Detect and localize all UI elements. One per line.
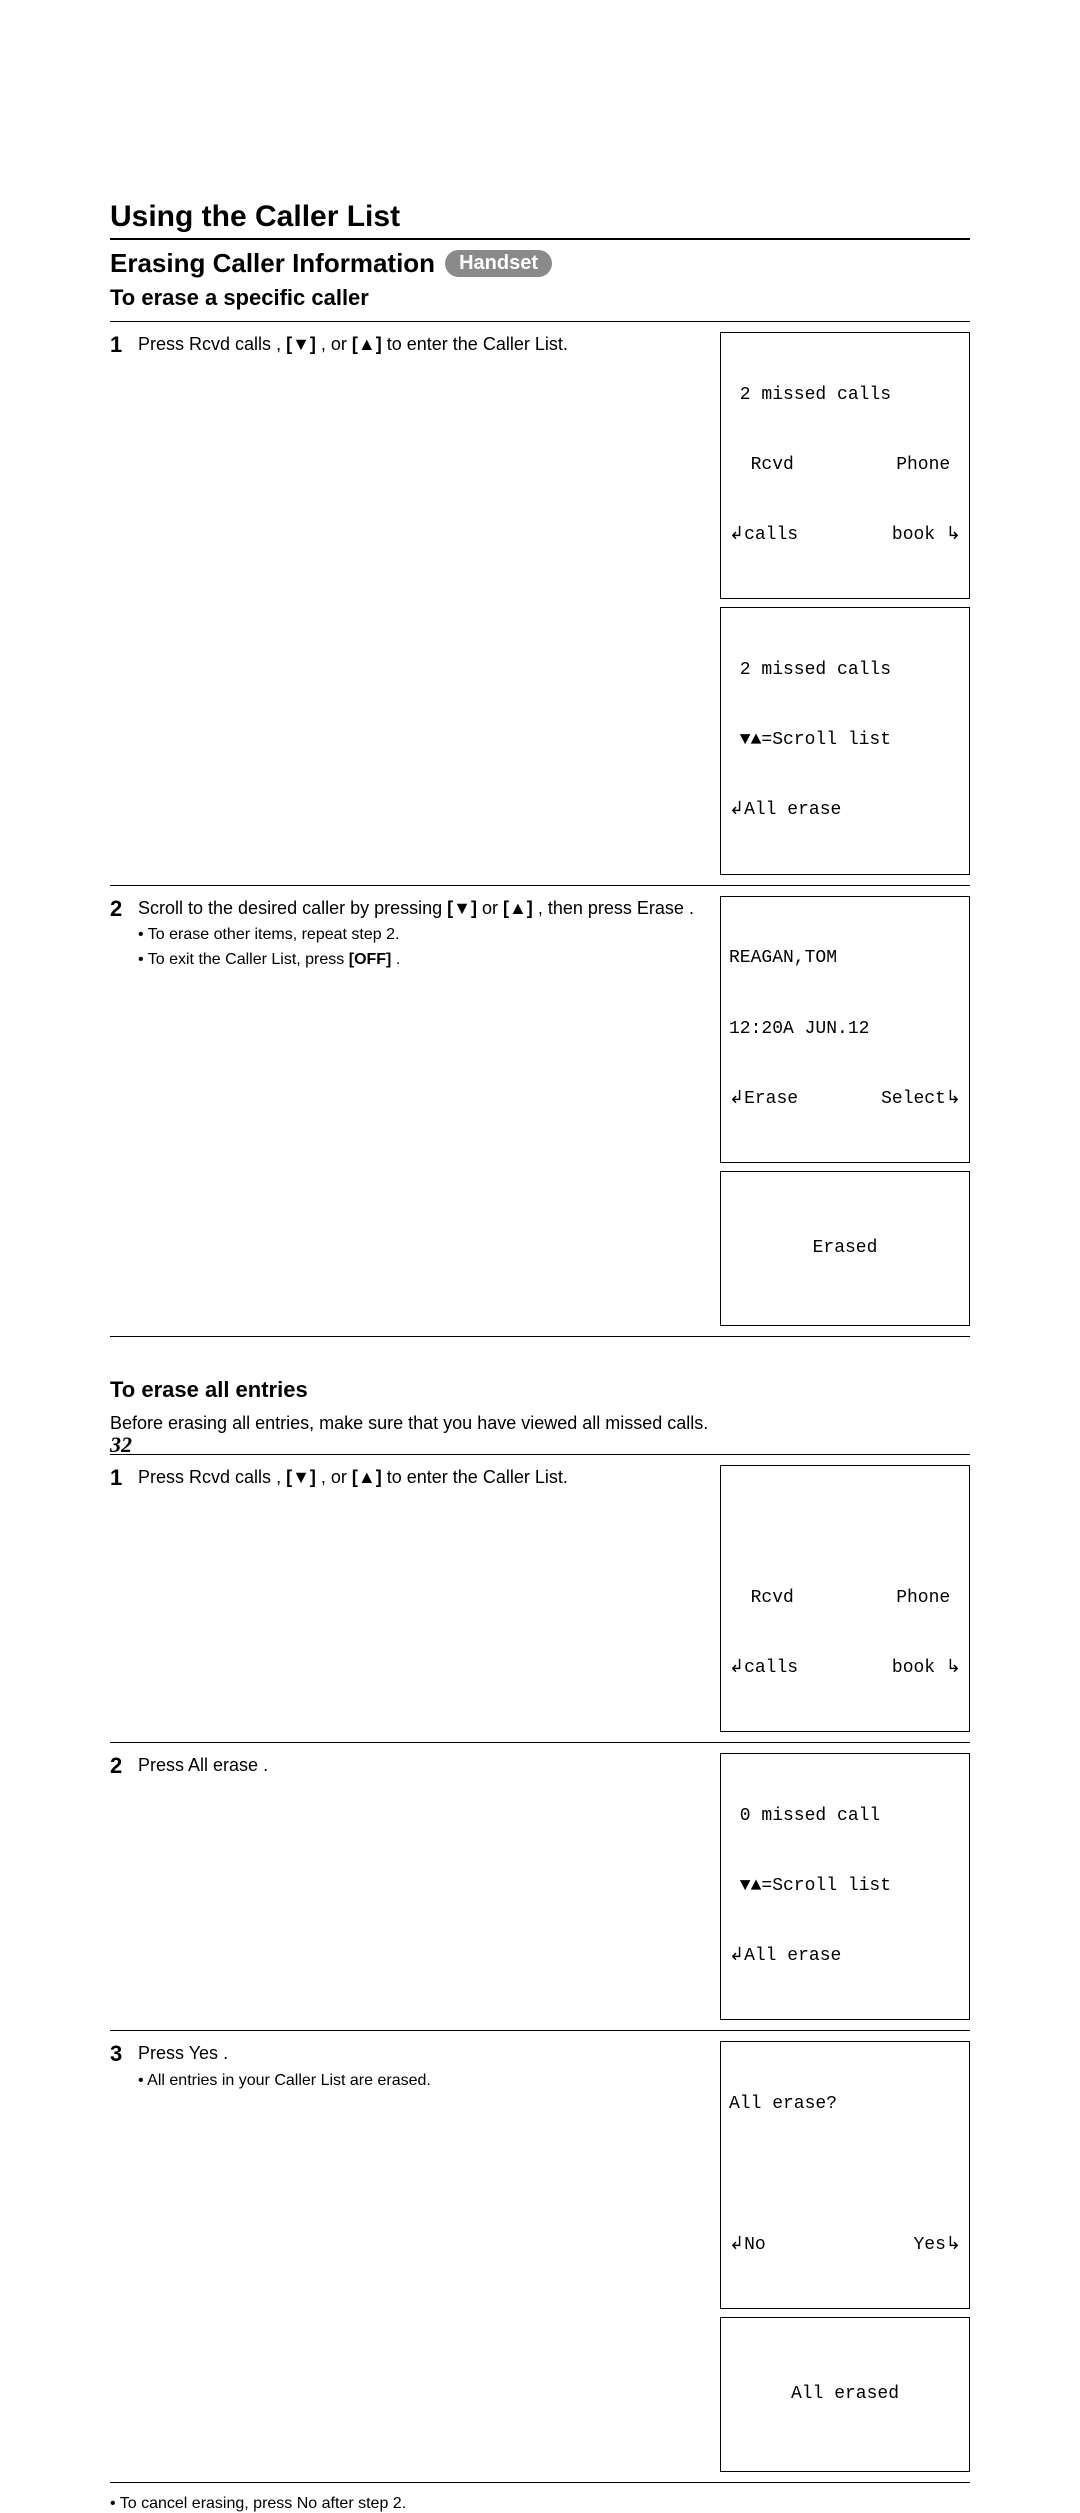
text: . [263, 1755, 268, 1775]
lcd-line: ▼▲=Scroll list [729, 729, 961, 752]
text: , or [321, 1467, 352, 1487]
text: . [396, 951, 400, 968]
page-title: Using the Caller List [110, 200, 970, 234]
text: , [276, 1467, 286, 1487]
lcd-line: REAGAN,TOM [729, 947, 961, 970]
text: • To exit the Caller List, press [138, 951, 349, 968]
substep: • To exit the Caller List, press [OFF] . [138, 949, 694, 971]
text: Press [138, 2043, 189, 2063]
text: Press [138, 1755, 188, 1775]
lcd-right: book ↳ [892, 524, 961, 547]
lcd-left: Rcvd [729, 1587, 794, 1610]
lcd-left: ↲Erase [729, 1088, 798, 1111]
step-number: 2 [110, 1753, 138, 2020]
note-text: Before erasing all entries, make sure th… [110, 1413, 970, 1434]
lcd-line: 2 missed calls [729, 659, 961, 682]
substep: • To erase other items, repeat step 2. [138, 924, 694, 946]
step-number: 1 [110, 332, 138, 875]
softkey-erase: Erase [637, 898, 684, 918]
lcd-right: Phone [896, 454, 961, 477]
text: . [223, 2043, 228, 2063]
step-text: Press Yes . • All entries in your Caller… [138, 2041, 431, 2471]
lcd-left: Rcvd [729, 454, 794, 477]
step-row-all-3: 3 Press Yes . • All entries in your Call… [110, 2030, 970, 2482]
softkey-all-erase: All erase [188, 1755, 258, 1775]
section-header: Erasing Caller Information Handset [110, 248, 970, 279]
title-rule [110, 238, 970, 240]
lcd-screen-scroll-list: 2 missed calls ▼▲=Scroll list ↲All erase [720, 607, 970, 874]
down-key: [▼] [286, 334, 316, 354]
down-key: [▼] [286, 1467, 316, 1487]
handset-badge: Handset [445, 250, 552, 277]
lcd-center: Erased [729, 1223, 961, 1274]
lcd-line: ↲All erase [729, 1945, 961, 1968]
up-key: [▲] [352, 1467, 382, 1487]
lcd-line: All erase? [729, 2093, 961, 2116]
softkey-no: No [297, 2495, 317, 2512]
step-row-all-1: 1 Press Rcvd calls , [▼] , or [▲] to ent… [110, 1454, 970, 1742]
lcd-left: ↲No [729, 2234, 766, 2257]
lcd-right: Phone [896, 1587, 961, 1610]
step-row-specific-1: 1 Press Rcvd calls , [▼] , or [▲] to ent… [110, 321, 970, 885]
lcd-screen-missed-calls: 2 missed calls Rcvd Phone ↲calls book ↳ [720, 332, 970, 599]
lcd-center: All erased [729, 2369, 961, 2420]
lcd-right: Select↳ [881, 1088, 961, 1111]
step-number: 2 [110, 896, 138, 1326]
footnote-cancel: • To cancel erasing, press No after step… [110, 2495, 970, 2513]
step-text: Press Rcvd calls , [▼] , or [▲] to enter… [138, 1465, 568, 1732]
lcd-screen-all-erased: All erased [720, 2317, 970, 2472]
step-text: Scroll to the desired caller by pressing… [138, 896, 694, 1326]
lcd-left: ↲calls [729, 1657, 798, 1680]
text: , or [321, 334, 352, 354]
lcd-line [729, 2163, 961, 2186]
lcd-screen-erased: Erased [720, 1171, 970, 1326]
off-key: [OFF] [349, 951, 392, 968]
text: , then press [538, 898, 637, 918]
softkey-yes: Yes [189, 2043, 218, 2063]
text: after step 2. [322, 2495, 407, 2512]
lcd-left: ↲calls [729, 524, 798, 547]
lcd-line [729, 1517, 961, 1540]
lcd-line: ▼▲=Scroll list [729, 1875, 961, 1898]
substep: • All entries in your Caller List are er… [138, 2070, 431, 2092]
text: . [689, 898, 694, 918]
lcd-right: Yes↳ [914, 2234, 962, 2257]
softkey-rcvd-calls: Rcvd calls [189, 1467, 271, 1487]
subsection-erase-specific: To erase a specific caller [110, 285, 970, 311]
section-title: Erasing Caller Information [110, 248, 435, 279]
lcd-screen-confirm-erase: All erase? ↲No Yes↳ [720, 2041, 970, 2308]
lcd-line: 2 missed calls [729, 384, 961, 407]
text: Press [138, 334, 189, 354]
lcd-screen-caller-entry: REAGAN,TOM 12:20A JUN.12 ↲Erase Select↳ [720, 896, 970, 1163]
text: to enter the Caller List. [387, 1467, 568, 1487]
down-key: [▼] [447, 898, 477, 918]
step-number: 1 [110, 1465, 138, 1732]
lcd-screen-rcvd-phone: Rcvd Phone ↲calls book ↳ [720, 1465, 970, 1732]
step-text: Press All erase . [138, 1753, 268, 2020]
lcd-line: 12:20A JUN.12 [729, 1018, 961, 1041]
lcd-screen-all-erase-menu: 0 missed call ▼▲=Scroll list ↲All erase [720, 1753, 970, 2020]
subsection-erase-all: To erase all entries [110, 1377, 970, 1403]
text: to enter the Caller List. [387, 334, 568, 354]
text: or [482, 898, 503, 918]
lcd-line: ↲All erase [729, 799, 961, 822]
step-row-specific-2: 2 Scroll to the desired caller by pressi… [110, 885, 970, 1337]
text: Press [138, 1467, 189, 1487]
step-row-all-2: 2 Press All erase . 0 missed call ▼▲=Scr… [110, 1742, 970, 2030]
step-text: Press Rcvd calls , [▼] , or [▲] to enter… [138, 332, 568, 875]
lcd-right: book ↳ [892, 1657, 961, 1680]
up-key: [▲] [352, 334, 382, 354]
softkey-rcvd-calls: Rcvd calls [189, 334, 271, 354]
text: , [276, 334, 286, 354]
step-number: 3 [110, 2041, 138, 2471]
lcd-line: 0 missed call [729, 1805, 961, 1828]
text: • To cancel erasing, press [110, 2495, 297, 2512]
up-key: [▲] [503, 898, 533, 918]
text: Scroll to the desired caller by pressing [138, 898, 447, 918]
page-number: 32 [110, 1432, 132, 1458]
